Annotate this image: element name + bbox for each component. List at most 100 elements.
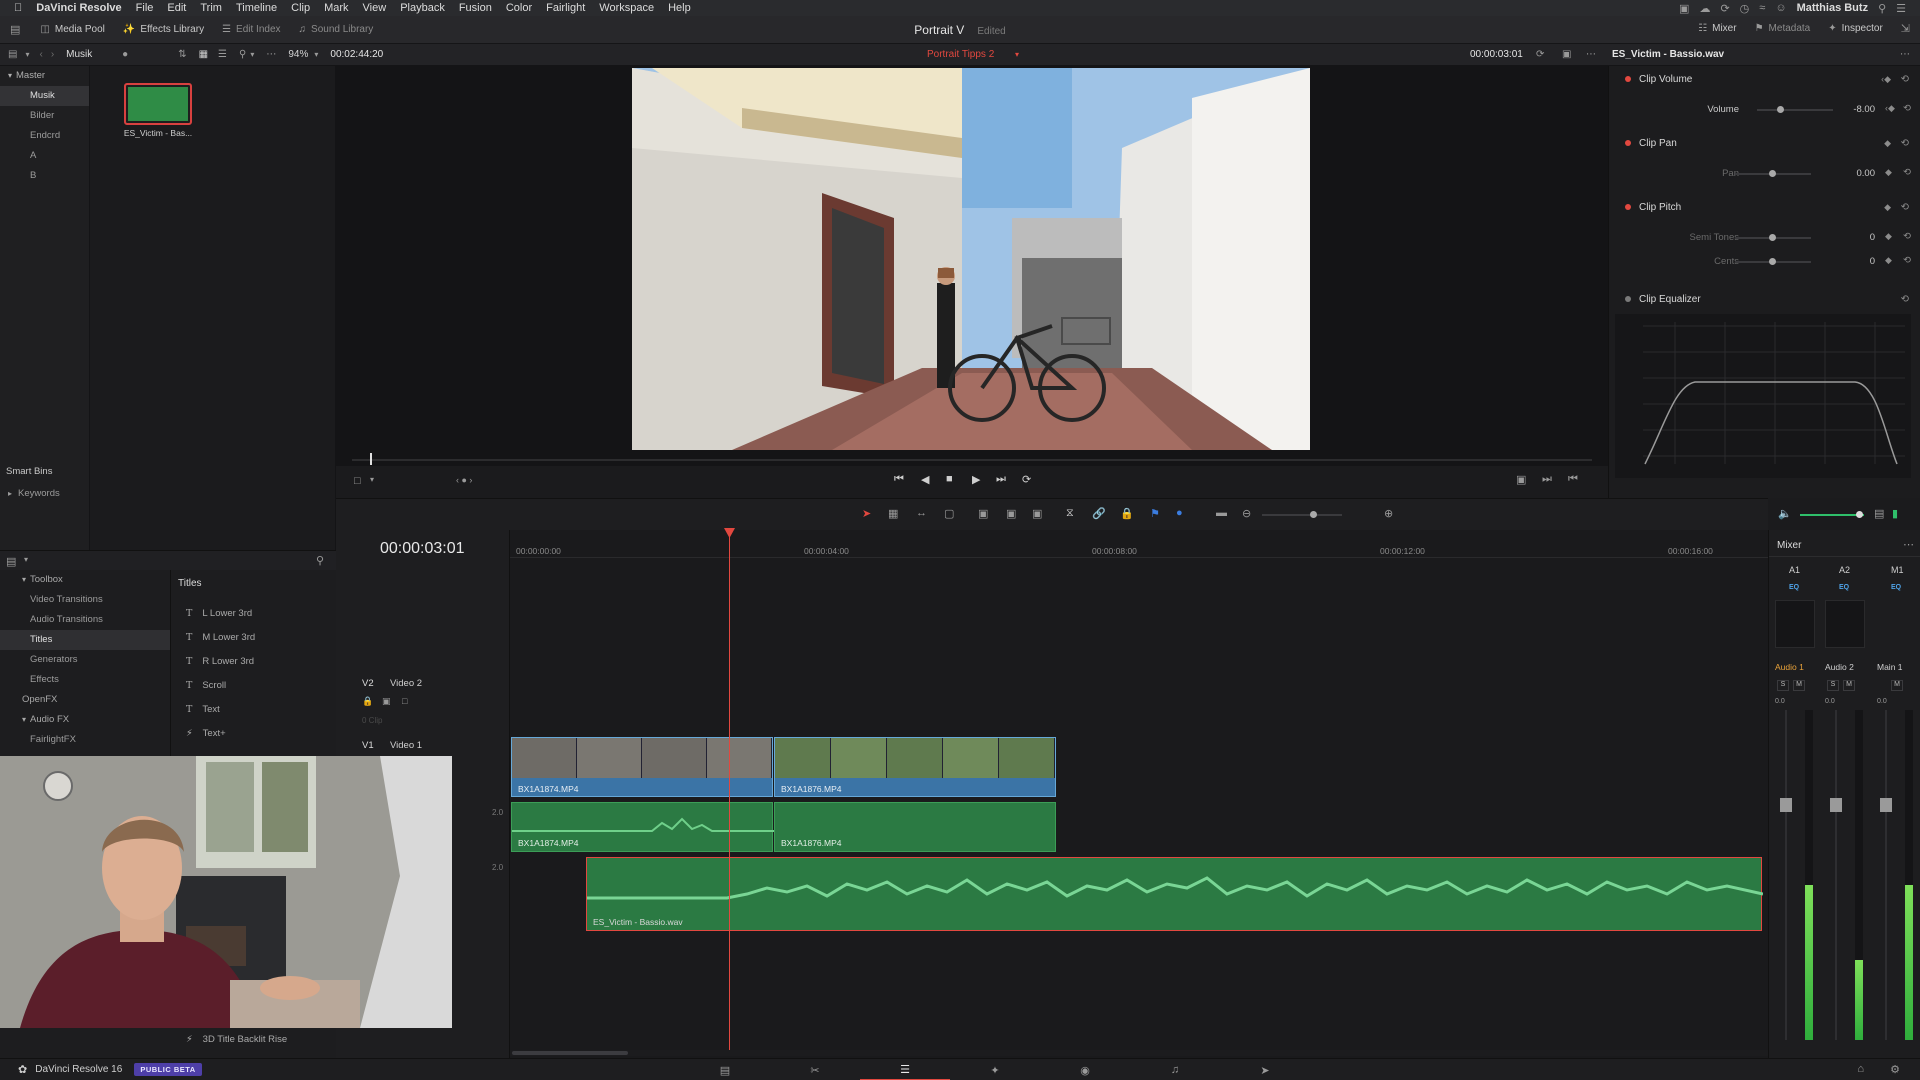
cents-value[interactable]: 0 <box>1841 256 1875 267</box>
reset-icon[interactable]: ⟲ <box>1903 255 1911 266</box>
pan-a2[interactable] <box>1825 600 1865 648</box>
viewer-zoom[interactable]: 94% <box>288 49 308 60</box>
trim-tool-icon[interactable]: ▦ <box>888 507 898 520</box>
fx-generators[interactable]: Generators <box>0 650 170 670</box>
level-icon[interactable]: ▮ <box>1892 507 1898 520</box>
zoom-slider[interactable] <box>1262 511 1342 518</box>
title-item[interactable]: ⚡ 3D Title Backlit Rise <box>172 1028 287 1052</box>
link-icon[interactable]: 🔗 <box>1092 507 1106 520</box>
grid-view-icon[interactable]: ▦ <box>199 49 208 60</box>
replace-clip-icon[interactable]: ▣ <box>1032 507 1042 520</box>
more-icon[interactable]: ⋯ <box>1903 538 1914 551</box>
play-reverse-icon[interactable]: ◀ <box>921 473 929 486</box>
menu-fusion[interactable]: Fusion <box>459 2 492 14</box>
menu-mark[interactable]: Mark <box>324 2 348 14</box>
wifi-icon[interactable]: ≈ <box>1759 2 1765 14</box>
bin-musik[interactable]: Musik <box>0 86 89 106</box>
flag-icon[interactable]: ⚑ <box>1150 507 1160 520</box>
bin-keywords[interactable]: ▸ Keywords <box>0 484 60 504</box>
viewer-scrubber[interactable] <box>352 453 1592 465</box>
eq-graph[interactable] <box>1615 314 1911 478</box>
reset-icon[interactable]: ⟲ <box>1901 138 1909 149</box>
menu-file[interactable]: File <box>136 2 154 14</box>
title-item[interactable]: ⚡ Text+ <box>172 722 328 746</box>
eq-a2-button[interactable]: EQ <box>1839 584 1849 591</box>
apple-icon[interactable]:  <box>14 2 22 14</box>
search-icon[interactable]: ⚲ <box>239 49 246 60</box>
loop-icon[interactable]: ⟳ <box>1022 473 1031 486</box>
chevron-down-icon[interactable]: ▾ <box>25 50 29 59</box>
mute-a1-button[interactable]: M <box>1793 680 1805 691</box>
fader-a2-knob[interactable] <box>1830 798 1842 812</box>
title-item[interactable]: T Text <box>172 698 328 722</box>
semitones-knob[interactable] <box>1769 234 1776 241</box>
menu-playback[interactable]: Playback <box>400 2 445 14</box>
reset-icon[interactable]: ⟲ <box>1903 231 1911 242</box>
timeline-name[interactable]: Portrait Tipps 2 <box>927 49 994 60</box>
deliver-page-icon[interactable]: ➤ <box>1220 1064 1310 1077</box>
timeline-ruler[interactable]: 00:00:00:00 00:00:04:00 00:00:08:00 00:0… <box>510 530 1768 558</box>
menu-timeline[interactable]: Timeline <box>236 2 277 14</box>
clip-volume-header[interactable]: Clip Volume ‹◆ ⟲ <box>1615 68 1915 90</box>
reset-icon[interactable]: ⟲ <box>1903 167 1911 178</box>
menu-list-icon[interactable]: ☰ <box>1896 2 1906 15</box>
a1-clip[interactable]: BX1A1876.MP4 <box>774 802 1056 852</box>
snapping-icon[interactable]: ⧖ <box>1066 507 1074 520</box>
v1-clip[interactable]: BX1A1876.MP4 <box>774 737 1056 797</box>
match-frame-icon[interactable]: ▣ <box>1516 473 1526 486</box>
fx-fairlightfx[interactable]: FairlightFX <box>0 730 170 750</box>
search-icon[interactable]: ⚲ <box>316 554 324 567</box>
menu-clip[interactable]: Clip <box>291 2 310 14</box>
v1-track-name[interactable]: Video 1 <box>390 740 422 751</box>
enable-dot-icon[interactable] <box>1625 140 1631 146</box>
eq-m1-button[interactable]: EQ <box>1891 584 1901 591</box>
clip-eq-header[interactable]: Clip Equalizer ⟲ <box>1615 288 1915 310</box>
pan-knob[interactable] <box>1769 170 1776 177</box>
menubar-user[interactable]: Matthias Butz <box>1797 2 1869 14</box>
fx-effects[interactable]: Effects <box>0 670 170 690</box>
zoom-knob[interactable] <box>1310 511 1317 518</box>
more-icon[interactable]: ⋯ <box>1586 49 1596 60</box>
pan-value[interactable]: 0.00 <box>1841 168 1876 179</box>
chevron-down-icon[interactable]: ▾ <box>1015 50 1019 59</box>
volume-value[interactable]: -8.00 <box>1841 104 1875 115</box>
solo-a2-button[interactable]: S <box>1827 680 1839 691</box>
meter-icon[interactable]: ▤ <box>1874 507 1884 520</box>
fader-a1[interactable] <box>1780 710 1792 1040</box>
speaker-icon[interactable]: 🔈 <box>1778 507 1792 520</box>
mute-a2-button[interactable]: M <box>1843 680 1855 691</box>
menu-edit[interactable]: Edit <box>167 2 186 14</box>
go-to-start-icon[interactable]: ⏮ <box>894 473 904 486</box>
fusion-page-icon[interactable]: ✦ <box>950 1064 1040 1077</box>
a1-clip[interactable]: BX1A1874.MP4 <box>511 802 774 852</box>
user-icon[interactable]: ☺ <box>1775 2 1786 14</box>
home-icon[interactable]: ⌂ <box>1857 1063 1864 1075</box>
menu-color[interactable]: Color <box>506 2 532 14</box>
clip-pan-header[interactable]: Clip Pan ◆ ⟲ <box>1615 132 1915 154</box>
jog-icon[interactable]: ‹ ● › <box>456 475 472 485</box>
fx-titles[interactable]: Titles <box>0 630 170 650</box>
zoom-in-icon[interactable]: ⊕ <box>1384 507 1393 520</box>
eq-a1-button[interactable]: EQ <box>1789 584 1799 591</box>
cloud-icon[interactable]: ☁ <box>1699 2 1710 15</box>
fader-a2[interactable] <box>1830 710 1842 1040</box>
chevron-down-icon[interactable]: ▾ <box>314 50 318 59</box>
menu-view[interactable]: View <box>363 2 387 14</box>
bin-endcrd[interactable]: Endcrd <box>0 126 89 146</box>
zoom-out-icon[interactable]: ⊖ <box>1242 507 1251 520</box>
viewer-mode-icon[interactable]: □ <box>354 475 361 487</box>
effects-library-button[interactable]: ✨ Effects Library <box>123 24 204 35</box>
lock-icon[interactable]: 🔒 <box>1120 507 1134 520</box>
blade-tool-icon[interactable]: ▢ <box>944 507 954 520</box>
v2-track-name[interactable]: Video 2 <box>390 678 422 689</box>
reset-icon[interactable]: ⟲ <box>1901 202 1909 213</box>
chevron-down-icon[interactable]: ▾ <box>250 50 254 59</box>
marker-icon[interactable]: ● <box>1176 507 1183 519</box>
smart-bins-header[interactable]: Smart Bins <box>0 462 52 482</box>
volume-slider[interactable] <box>1757 106 1833 113</box>
go-to-end-icon[interactable]: ⏭ <box>996 473 1006 486</box>
v1-clip[interactable]: BX1A1874.MP4 <box>511 737 773 797</box>
stop-icon[interactable]: ■ <box>946 473 953 485</box>
volume-knob[interactable] <box>1777 106 1784 113</box>
inspector-button[interactable]: ✦ Inspector <box>1828 23 1883 34</box>
